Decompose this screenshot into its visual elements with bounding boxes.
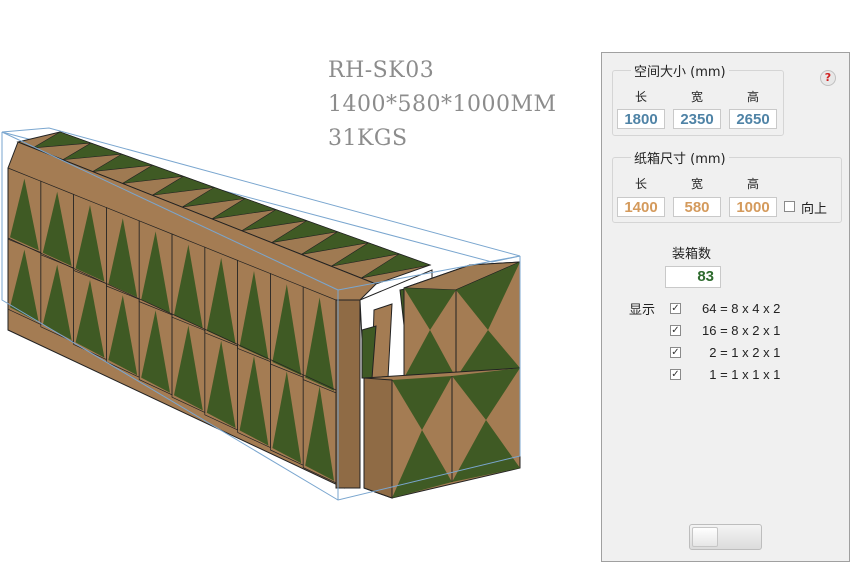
upright-checkbox[interactable] <box>784 201 795 212</box>
carton-count-label: 装箱数 <box>672 247 712 262</box>
help-icon[interactable]: ? <box>820 70 836 86</box>
carton-size-title: 纸箱尺寸 (mm) <box>631 148 729 167</box>
display-row-text: 2 = 1 x 2 x 1 <box>702 345 781 360</box>
display-row-text: 1 = 1 x 1 x 1 <box>702 367 781 382</box>
carton-size-group: 纸箱尺寸 (mm) 长 宽 高 1400 580 1000 向上 <box>612 148 842 223</box>
space-length-input[interactable]: 1800 <box>617 109 665 129</box>
carton-width-label: 宽 <box>690 177 703 191</box>
space-size-title: 空间大小 (mm) <box>631 61 729 80</box>
carton-height-label: 高 <box>746 177 759 191</box>
display-row-text: 64 = 8 x 4 x 2 <box>702 301 781 316</box>
space-width-label: 宽 <box>690 90 703 104</box>
carton-width-input[interactable]: 580 <box>673 197 721 217</box>
upright-label: 向上 <box>801 202 828 217</box>
carton-height-input[interactable]: 1000 <box>729 197 777 217</box>
display-row-checkbox[interactable]: ✓ <box>670 303 681 314</box>
carton-count-value: 83 <box>665 266 721 288</box>
carton-length-input[interactable]: 1400 <box>617 197 665 217</box>
space-width-input[interactable]: 2350 <box>673 109 721 129</box>
space-length-label: 长 <box>634 90 647 104</box>
display-row-checkbox[interactable]: ✓ <box>670 347 681 358</box>
space-height-label: 高 <box>746 90 759 104</box>
toggle-knob[interactable] <box>692 527 718 547</box>
container-3d-view[interactable] <box>0 0 590 582</box>
display-row-checkbox[interactable]: ✓ <box>670 325 681 336</box>
display-row-text: 16 = 8 x 2 x 1 <box>702 323 781 338</box>
settings-panel: ? 空间大小 (mm) 长 宽 高 1800 2350 2650 纸箱尺寸 (m… <box>601 52 850 562</box>
view-toggle[interactable] <box>689 524 762 550</box>
carton-length-label: 长 <box>634 177 647 191</box>
space-height-input[interactable]: 2650 <box>729 109 777 129</box>
display-label: 显示 <box>629 303 656 318</box>
display-row-checkbox[interactable]: ✓ <box>670 369 681 380</box>
space-size-group: 空间大小 (mm) 长 宽 高 1800 2350 2650 <box>612 61 784 136</box>
